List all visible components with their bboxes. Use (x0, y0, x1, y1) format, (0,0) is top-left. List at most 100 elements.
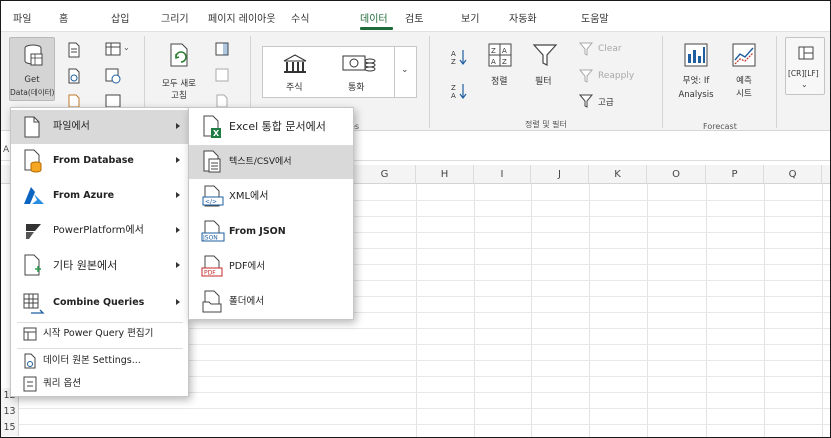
menu-item-from-other-sources[interactable]: 기타 원본에서 (11, 249, 188, 283)
from-table-icon[interactable] (67, 94, 81, 108)
column-header[interactable]: I (474, 165, 531, 184)
tab-home[interactable]: 홈 (59, 10, 68, 25)
clear-label[interactable]: Clear (598, 44, 622, 54)
menu-item-from-folder[interactable]: 폴더에서 (189, 285, 353, 319)
svg-text:A: A (491, 58, 496, 66)
column-header[interactable]: G (354, 165, 416, 184)
data-types-more-button[interactable]: ⌄ (394, 46, 417, 98)
existing-connections-icon[interactable] (105, 68, 121, 84)
column-header[interactable]: K (589, 165, 647, 184)
database-icon (24, 149, 42, 173)
chevron-down-icon: ⌄ (401, 65, 409, 75)
gridline (19, 424, 830, 425)
stocks-icon[interactable] (281, 53, 309, 75)
advanced-label[interactable]: 고급 (598, 96, 614, 108)
file-icon (24, 116, 40, 138)
menu-item-label: 기타 원본에서 (53, 259, 118, 272)
sort-label: 정렬 (491, 77, 508, 87)
gridline (531, 184, 532, 437)
menu-item-from-azure[interactable]: From Azure (11, 179, 188, 213)
menu-item-query-options[interactable]: 쿼리 옵션 (11, 373, 188, 395)
active-tab-indicator (360, 27, 393, 30)
properties-icon-gray[interactable] (215, 68, 229, 82)
column-header[interactable]: P (706, 165, 764, 184)
gridline (822, 184, 823, 437)
reapply-icon[interactable] (579, 69, 595, 83)
table-icon (798, 46, 814, 60)
tab-help[interactable]: 도움말 (581, 10, 609, 25)
svg-text:A: A (451, 92, 456, 100)
power-platform-icon (26, 224, 41, 239)
tab-page-layout[interactable]: 페이지 레이아웃 (208, 10, 276, 25)
advanced-filter-icon[interactable] (579, 94, 595, 108)
menu-item-label: PDF에서 (229, 261, 265, 272)
chevron-down-icon[interactable]: ⌄ (123, 43, 130, 52)
submenu-arrow-icon (176, 192, 180, 198)
tab-automate[interactable]: 자동화 (509, 10, 537, 25)
submenu-arrow-icon (176, 299, 180, 305)
properties-icon[interactable] (105, 94, 121, 108)
sort-icon[interactable]: Z A A Z (487, 42, 513, 68)
row-header[interactable]: 15 (1, 420, 19, 436)
crlf-label: [CR][LF] (788, 69, 819, 78)
pdf-icon: PDF (201, 255, 223, 277)
menu-item-from-database[interactable]: From Database (11, 144, 188, 178)
forecast-group-label: Forecast (703, 122, 737, 131)
azure-icon (24, 187, 44, 204)
menu-item-launch-power-query[interactable]: 시작 Power Query 편집기 (11, 323, 188, 345)
menu-item-from-file[interactable]: 파일에서 (11, 110, 188, 144)
menu-item-combine-queries[interactable]: Combine Queries (11, 286, 188, 320)
sort-za-icon[interactable]: Z A (450, 82, 468, 100)
column-header[interactable]: H (416, 165, 474, 184)
menu-item-data-source-settings[interactable]: 데이터 원본 Settings... (11, 350, 188, 372)
menu-item-label: 폴더에서 (229, 296, 264, 307)
menu-item-from-json[interactable]: JSON From JSON (189, 215, 353, 249)
currency-icon[interactable] (341, 53, 377, 75)
tab-formulas[interactable]: 수식 (291, 10, 309, 25)
column-header[interactable]: Q (764, 165, 822, 184)
tab-data[interactable]: 데이터 (360, 10, 388, 25)
svg-text:Z: Z (502, 58, 507, 66)
menu-item-from-pdf[interactable]: PDF PDF에서 (189, 250, 353, 284)
menu-item-label: From Database (53, 155, 134, 166)
reapply-label[interactable]: Reapply (598, 71, 634, 81)
menu-item-from-text-csv[interactable]: 텍스트/CSV에서 (189, 145, 353, 179)
gridline (764, 184, 765, 437)
crlf-addin-button[interactable]: [CR][LF] ⌄ (785, 37, 825, 95)
tab-file[interactable]: 파일 (13, 10, 31, 25)
tab-insert[interactable]: 삽입 (111, 10, 129, 25)
sort-az-icon[interactable]: A Z (450, 48, 468, 66)
clear-filter-icon[interactable] (579, 42, 595, 56)
other-sources-icon (24, 254, 41, 276)
what-if-analysis-icon[interactable] (683, 42, 709, 68)
column-header[interactable]: J (531, 165, 589, 184)
menu-item-from-excel-workbook[interactable]: X Excel 통합 문서에서 (189, 110, 353, 144)
tab-review[interactable]: 검토 (405, 10, 423, 25)
get-data-button[interactable]: Get Data(데이터) (9, 37, 55, 101)
gridline (647, 184, 648, 437)
refresh-all-label-1: 모두 새로 (162, 79, 196, 89)
queries-connections-icon[interactable] (215, 42, 229, 56)
menu-item-label: 데이터 원본 Settings... (43, 355, 141, 366)
from-text-icon[interactable] (67, 42, 81, 58)
from-web-icon[interactable] (67, 68, 81, 84)
group-separator (429, 36, 430, 128)
menu-item-from-power-platform[interactable]: PowerPlatform에서 (11, 214, 188, 248)
menu-item-from-xml[interactable]: </> XML에서 (189, 180, 353, 214)
edit-links-icon[interactable] (215, 94, 229, 108)
name-box-fragment[interactable]: A (3, 145, 9, 155)
from-file-submenu: X Excel 통합 문서에서 텍스트/CSV에서 </> XML에서 JSON… (188, 107, 354, 320)
row-header[interactable]: 13 (1, 404, 19, 420)
power-query-editor-icon (23, 327, 37, 341)
tab-draw[interactable]: 그리기 (161, 10, 189, 25)
tab-view[interactable]: 보기 (461, 10, 479, 25)
svg-text:Z: Z (451, 84, 456, 92)
excel-workbook-icon: X (203, 115, 221, 138)
forecast-sheet-icon[interactable] (731, 42, 757, 68)
menu-item-label: 시작 Power Query 편집기 (43, 328, 154, 339)
refresh-all-icon[interactable] (167, 42, 193, 70)
filter-icon[interactable] (532, 42, 558, 68)
what-if-label-1: 무엇: If (682, 76, 710, 86)
column-header[interactable]: O (647, 165, 706, 184)
recent-sources-icon[interactable] (105, 42, 121, 56)
